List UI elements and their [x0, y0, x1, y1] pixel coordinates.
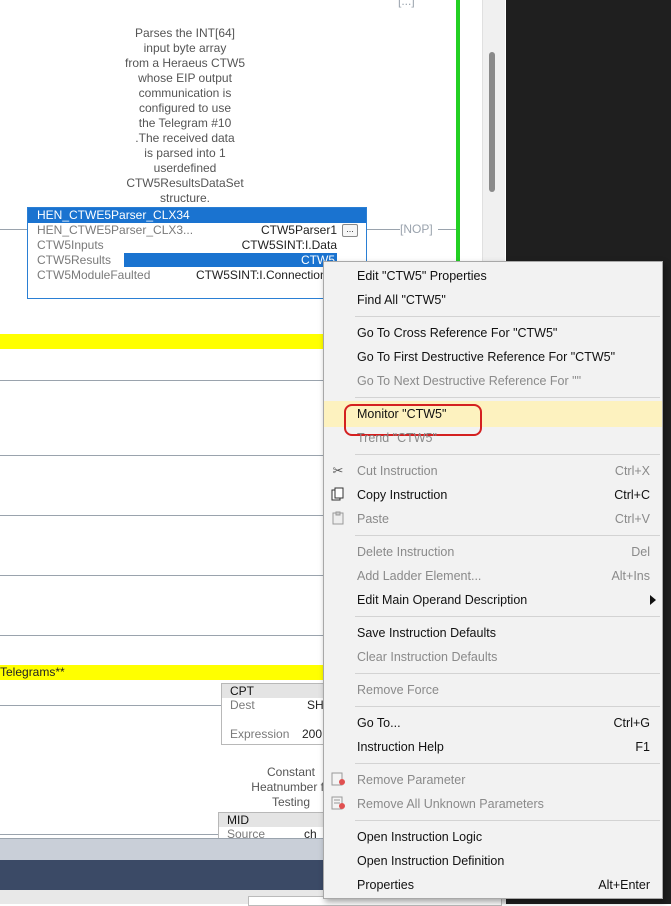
rung-comment: Parses the INT[64] input byte array from… — [124, 26, 246, 205]
menu-item-add-ladder-element[interactable]: Add Ladder Element... Alt+Ins — [324, 564, 662, 588]
menu-item-delete-instruction[interactable]: Delete Instruction Del — [324, 540, 662, 564]
block-row-value[interactable]: CTW5SINT:I.Data — [242, 238, 337, 253]
cpt-expression-row[interactable]: Expression 200 — [222, 727, 332, 742]
menu-separator — [355, 820, 660, 821]
menu-item-go-to[interactable]: Go To... Ctrl+G — [324, 711, 662, 735]
menu-item-paste[interactable]: Paste Ctrl+V — [324, 507, 662, 531]
menu-item-monitor[interactable]: Monitor "CTW5" — [324, 401, 662, 436]
menu-separator — [355, 454, 660, 455]
menu-item-clear-instruction-defaults[interactable]: Clear Instruction Defaults — [324, 645, 662, 669]
rung-wire-end — [438, 229, 456, 230]
remove-all-parameters-icon — [330, 796, 346, 812]
menu-item-instruction-help[interactable]: Instruction Help F1 — [324, 735, 662, 759]
menu-item-remove-parameter[interactable]: Remove Parameter — [324, 768, 662, 792]
menu-separator — [355, 535, 660, 536]
cpt-title: CPT — [222, 684, 332, 698]
menu-item-go-to-cross-reference[interactable]: Go To Cross Reference For "CTW5" — [324, 321, 662, 345]
mid-block[interactable]: MID Source ch — [218, 812, 332, 840]
menu-separator — [355, 397, 660, 398]
rung-wire-right — [365, 229, 400, 230]
context-menu: Edit "CTW5" Properties Find All "CTW5" G… — [323, 261, 663, 899]
menu-item-trend[interactable]: Trend "CTW5" — [324, 426, 662, 450]
remove-parameter-icon — [330, 772, 346, 788]
telegrams-comment: Telegrams** — [0, 665, 330, 680]
block-row-label: CTW5ModuleFaulted — [37, 268, 151, 282]
submenu-arrow-icon — [650, 595, 656, 605]
nop-instruction[interactable]: [NOP] — [400, 222, 433, 236]
menu-item-find-all[interactable]: Find All "CTW5" — [324, 288, 662, 312]
menu-item-open-instruction-logic[interactable]: Open Instruction Logic — [324, 825, 662, 849]
block-row-label: CTW5Results — [37, 253, 112, 267]
menu-separator — [355, 616, 660, 617]
menu-item-properties[interactable]: Properties Alt+Enter — [324, 873, 662, 897]
browse-button[interactable]: ... — [342, 224, 358, 237]
menu-separator — [355, 316, 660, 317]
block-row-label: CTW5Inputs — [37, 238, 104, 252]
paste-icon — [330, 511, 346, 527]
scrollbar-thumb[interactable] — [489, 52, 495, 192]
block-row-value[interactable]: CTW5Parser1 — [261, 223, 337, 238]
menu-item-remove-all-unknown-parameters[interactable]: Remove All Unknown Parameters — [324, 792, 662, 816]
menu-separator — [355, 763, 660, 764]
cpt-dest-value[interactable]: SH — [307, 698, 324, 713]
block-row-label: HEN_CTWE5Parser_CLX3... — [37, 223, 194, 237]
rung-line — [0, 575, 330, 576]
rung-line — [0, 380, 330, 381]
instruction-block-title[interactable]: HEN_CTWE5Parser_CLX34 — [28, 208, 366, 223]
selected-operand[interactable]: CTW5 — [124, 253, 337, 267]
menu-item-save-instruction-defaults[interactable]: Save Instruction Defaults — [324, 621, 662, 645]
menu-item-open-instruction-definition[interactable]: Open Instruction Definition — [324, 849, 662, 873]
mid-title: MID — [219, 813, 331, 827]
cpt-dest-row[interactable]: Dest SH — [222, 698, 332, 713]
menu-item-edit-properties[interactable]: Edit "CTW5" Properties — [324, 264, 662, 288]
rung-line — [0, 705, 222, 706]
block-row[interactable]: CTW5Results CTW5 — [28, 253, 366, 268]
rung-line — [0, 635, 330, 636]
menu-item-cut-instruction[interactable]: ✂ Cut Instruction Ctrl+X — [324, 459, 662, 483]
menu-item-edit-main-operand-description[interactable]: Edit Main Operand Description — [324, 588, 662, 612]
menu-item-go-to-first-destructive-reference[interactable]: Go To First Destructive Reference For "C… — [324, 345, 662, 369]
block-row[interactable]: CTW5Inputs CTW5SINT:I.Data — [28, 238, 366, 253]
cpt-dest-label: Dest — [230, 698, 255, 712]
instruction-block[interactable]: HEN_CTWE5Parser_CLX34 HEN_CTWE5Parser_CL… — [27, 207, 367, 299]
menu-separator — [355, 706, 660, 707]
cpt-block[interactable]: CPT Dest SH Expression 200 — [221, 683, 333, 745]
highlight-bar — [0, 334, 330, 349]
rung-line — [0, 455, 330, 456]
menu-separator — [355, 673, 660, 674]
menu-item-remove-force[interactable]: Remove Force — [324, 678, 662, 702]
menu-item-go-to-next-destructive-reference[interactable]: Go To Next Destructive Reference For "" — [324, 369, 662, 393]
cpt-expression-label: Expression — [230, 727, 290, 741]
scissors-icon: ✂ — [332, 463, 344, 478]
top-right-fragment: [...] — [398, 0, 415, 8]
rung-wire-left — [0, 229, 27, 230]
cpt-expression-value[interactable]: 200 — [302, 727, 322, 742]
rung-line — [0, 515, 330, 516]
block-row[interactable]: HEN_CTWE5Parser_CLX3... CTW5Parser1 ... — [28, 223, 366, 238]
rung-line — [0, 834, 218, 835]
copy-icon — [330, 487, 346, 503]
block-row[interactable]: CTW5ModuleFaulted CTW5SINT:I.ConnectionF… — [28, 268, 366, 283]
menu-item-copy-instruction[interactable]: Copy Instruction Ctrl+C — [324, 483, 662, 507]
